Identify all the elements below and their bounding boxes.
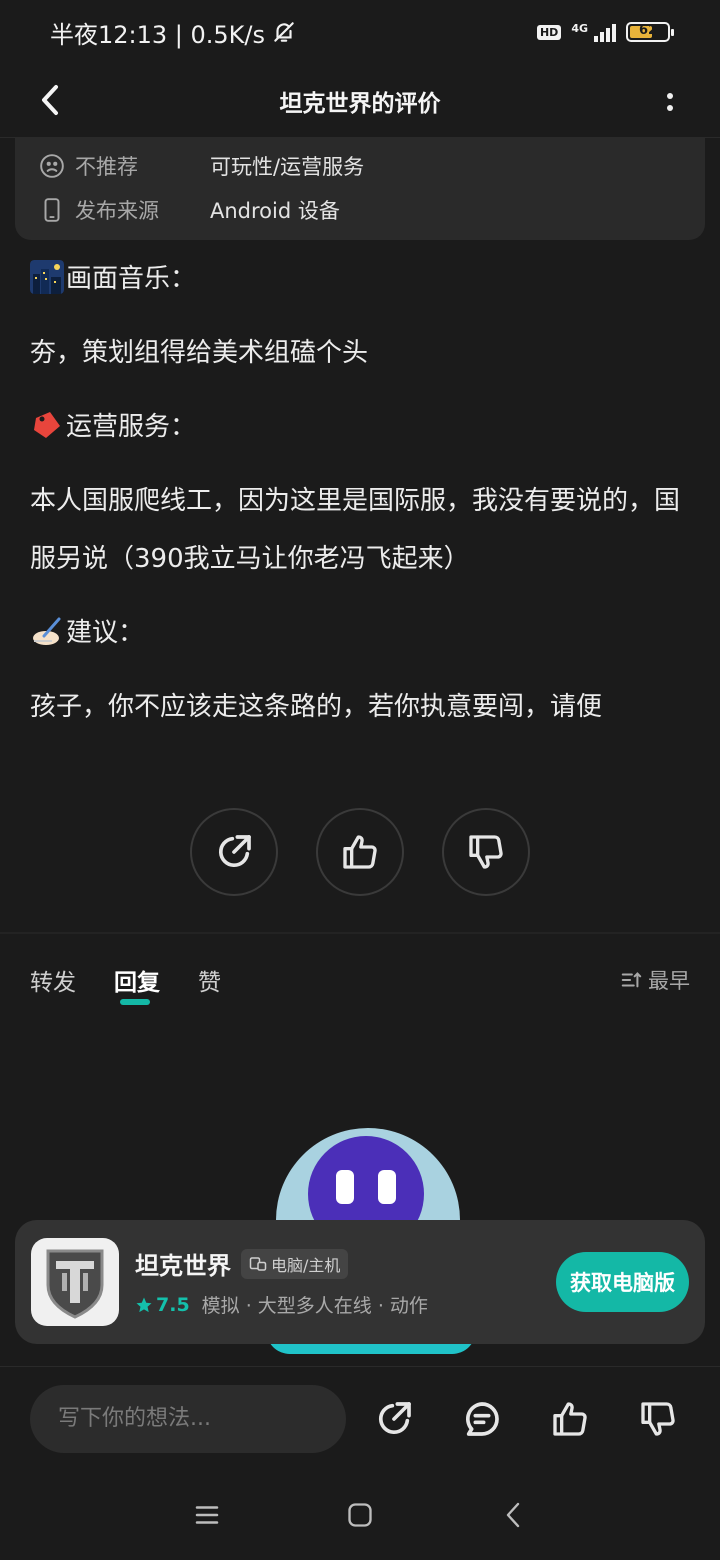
page-title: 坦克世界的评价 — [279, 90, 441, 117]
system-nav-bar — [0, 1470, 720, 1560]
info-value: 可玩性/运营服务 — [210, 155, 365, 179]
back-button[interactable] — [30, 80, 70, 120]
top-header: 坦克世界的评价 — [0, 64, 720, 138]
tab-repost[interactable]: 转发 — [30, 963, 76, 997]
dislike-button[interactable] — [442, 808, 530, 896]
more-dot-icon — [667, 105, 673, 111]
nav-back-button[interactable] — [493, 1495, 533, 1535]
review-paragraph: 夯，策划组得给美术组磕个头 — [30, 338, 369, 368]
battery-level: 62 — [638, 23, 658, 38]
star-icon — [136, 1297, 152, 1312]
game-promo-card[interactable]: 坦克世界 电脑/主机 7.5 模拟 · 大型多人在线 · 动作 获取电脑版 — [15, 1220, 705, 1344]
bottom-dislike-button[interactable] — [636, 1397, 680, 1441]
thumbs-up-icon — [553, 1401, 587, 1436]
network-type: 4G — [571, 22, 588, 35]
game-info: 坦克世界 电脑/主机 7.5 模拟 · 大型多人在线 · 动作 — [135, 1246, 556, 1318]
review-actions — [0, 808, 720, 896]
frown-face-icon — [39, 153, 65, 179]
thumbs-up-icon — [343, 835, 377, 869]
game-logo — [31, 1238, 119, 1326]
thumbs-down-icon — [469, 835, 503, 869]
status-bar: 半夜12:13 | 0.5K/s HD 4G 62 — [0, 0, 720, 64]
thumbs-down-icon — [641, 1401, 675, 1436]
writing-hand-emoji-icon — [33, 617, 61, 645]
game-tags: 模拟 · 大型多人在线 · 动作 — [201, 1295, 428, 1317]
share-icon — [219, 835, 251, 867]
bottom-like-button[interactable] — [548, 1397, 592, 1441]
info-key: 发布来源 — [75, 199, 159, 223]
chevron-left-icon — [507, 1502, 520, 1528]
section-heading: 画面音乐： — [66, 264, 197, 294]
comment-input[interactable] — [30, 1384, 346, 1453]
share-button[interactable] — [190, 808, 278, 896]
tab-reply[interactable]: 回复 — [114, 963, 160, 1005]
nav-menu-button[interactable] — [187, 1495, 227, 1535]
chevron-left-icon — [42, 85, 58, 115]
more-dot-icon — [667, 93, 673, 99]
rating-value: 7.5 — [156, 1293, 190, 1316]
section-heading: 建议： — [66, 618, 145, 648]
sort-button[interactable]: 最早 — [620, 965, 690, 995]
review-paragraph: 本人国服爬线工，因为这里是国际服，我没有要说的，国服另说（390我立马让你老冯飞… — [30, 486, 681, 574]
sort-label: 最早 — [648, 969, 690, 993]
get-pc-version-button[interactable]: 获取电脑版 — [556, 1252, 689, 1312]
share-icon — [379, 1401, 411, 1434]
review-content: 画面音乐： 夯，策划组得给美术组磕个头 运营服务： 本人国服爬线工，因为这里是国… — [30, 250, 690, 752]
bookmark-tag-emoji-icon — [34, 412, 60, 438]
info-row-source: 发布来源 Android 设备 — [39, 188, 681, 232]
phone-icon — [39, 197, 65, 223]
comment-tabs: 转发 回复 赞 最早 — [30, 952, 690, 1008]
battery-icon: 62 — [626, 22, 674, 42]
pc-console-icon — [249, 1256, 267, 1271]
home-square-icon — [348, 1503, 372, 1527]
hd-badge: HD — [536, 24, 562, 40]
review-paragraph: 孩子，你不应该走这条路的，若你执意要闯，请便 — [30, 692, 603, 722]
ops-section: 运营服务： — [30, 398, 690, 456]
game-rating: 7.5 — [135, 1294, 190, 1316]
section-heading: 运营服务： — [66, 412, 197, 442]
comment-icon — [466, 1401, 499, 1436]
sort-icon — [621, 972, 642, 988]
mute-bell-icon — [274, 22, 294, 42]
bottom-share-button[interactable] — [372, 1397, 416, 1441]
platform-tag: 电脑/主机 — [241, 1248, 349, 1279]
tank-shield-logo-icon — [46, 1249, 104, 1319]
tab-likes[interactable]: 赞 — [198, 963, 221, 997]
like-button[interactable] — [316, 808, 404, 896]
info-key: 不推荐 — [75, 155, 138, 179]
bottom-comment-bar — [0, 1366, 720, 1470]
graphics-section: 画面音乐： — [30, 250, 690, 308]
section-divider — [0, 932, 720, 934]
night-city-emoji-icon — [30, 260, 64, 294]
game-name: 坦克世界 — [135, 1252, 231, 1280]
info-row-recommend: 不推荐 可玩性/运营服务 — [39, 144, 681, 188]
advice-section: 建议： — [30, 604, 690, 662]
signal-icon — [594, 22, 616, 42]
menu-icon — [195, 1506, 218, 1524]
more-options-button[interactable] — [660, 82, 680, 122]
review-info-card: 不推荐 可玩性/运营服务 发布来源 Android 设备 — [15, 138, 705, 240]
bottom-comment-button[interactable] — [460, 1397, 504, 1441]
info-value: Android 设备 — [210, 199, 340, 223]
status-time-text: 半夜12:13 | 0.5K/s — [50, 20, 266, 49]
nav-home-button[interactable] — [340, 1495, 380, 1535]
platform-label: 电脑/主机 — [271, 1255, 341, 1275]
